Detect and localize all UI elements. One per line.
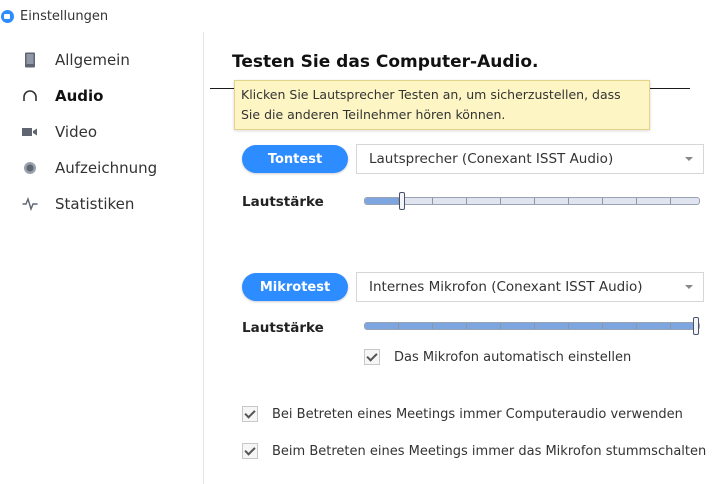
record-icon bbox=[20, 158, 40, 178]
chevron-down-icon bbox=[685, 157, 693, 161]
sidebar-item-statistiken[interactable]: Statistiken bbox=[0, 186, 203, 222]
window-title: Einstellungen bbox=[20, 8, 109, 24]
sidebar-item-label: Video bbox=[55, 123, 98, 141]
auto-adjust-microphone-label: Das Mikrofon automatisch einstellen bbox=[394, 349, 632, 365]
test-speaker-button[interactable]: Tontest bbox=[242, 145, 348, 173]
video-camera-icon bbox=[20, 122, 40, 142]
zoom-logo-icon bbox=[1, 9, 14, 23]
sidebar: Allgemein Audio Video Aufzeichnung Stati… bbox=[0, 32, 204, 484]
speaker-volume-label: Lautstärke bbox=[242, 194, 324, 210]
sidebar-item-aufzeichnung[interactable]: Aufzeichnung bbox=[0, 150, 203, 186]
speaker-volume-thumb[interactable] bbox=[398, 192, 405, 210]
sidebar-item-label: Audio bbox=[55, 87, 104, 105]
test-microphone-button[interactable]: Mikrotest bbox=[242, 273, 348, 301]
main-panel: Testen Sie das Computer-Audio. Klicken S… bbox=[204, 32, 720, 484]
always-use-computer-audio-label: Bei Betreten eines Meetings immer Comput… bbox=[272, 406, 683, 422]
phone-icon bbox=[20, 50, 40, 70]
always-use-computer-audio-option[interactable]: Bei Betreten eines Meetings immer Comput… bbox=[242, 406, 683, 422]
page-title: Testen Sie das Computer-Audio. bbox=[232, 52, 539, 72]
title-bar: Einstellungen bbox=[0, 0, 720, 32]
pulse-icon bbox=[20, 194, 40, 214]
auto-adjust-microphone-option[interactable]: Das Mikrofon automatisch einstellen bbox=[364, 349, 631, 365]
sidebar-item-audio[interactable]: Audio bbox=[0, 78, 203, 114]
chevron-down-icon bbox=[685, 285, 693, 289]
microphone-volume-label: Lautstärke bbox=[242, 320, 324, 336]
speaker-test-tooltip: Klicken Sie Lautsprecher Testen an, um s… bbox=[234, 80, 650, 130]
auto-adjust-microphone-checkbox[interactable] bbox=[364, 349, 380, 365]
mute-microphone-on-join-label: Beim Betreten eines Meetings immer das M… bbox=[272, 443, 707, 459]
slider-ticks bbox=[365, 323, 699, 329]
sidebar-item-label: Aufzeichnung bbox=[55, 159, 158, 177]
microphone-select-value: Internes Mikrofon (Conexant ISST Audio) bbox=[369, 279, 643, 295]
microphone-select[interactable]: Internes Mikrofon (Conexant ISST Audio) bbox=[356, 272, 704, 302]
mute-microphone-on-join-checkbox[interactable] bbox=[242, 443, 258, 459]
mute-microphone-on-join-option[interactable]: Beim Betreten eines Meetings immer das M… bbox=[242, 443, 706, 459]
sidebar-item-video[interactable]: Video bbox=[0, 114, 203, 150]
sidebar-item-label: Statistiken bbox=[55, 195, 135, 213]
microphone-volume-slider[interactable] bbox=[364, 317, 700, 335]
speaker-select-value: Lautsprecher (Conexant ISST Audio) bbox=[369, 151, 614, 167]
sidebar-item-label: Allgemein bbox=[55, 51, 130, 69]
speaker-select[interactable]: Lautsprecher (Conexant ISST Audio) bbox=[356, 144, 704, 174]
slider-ticks bbox=[365, 198, 699, 204]
always-use-computer-audio-checkbox[interactable] bbox=[242, 406, 258, 422]
sidebar-item-allgemein[interactable]: Allgemein bbox=[0, 42, 203, 78]
microphone-volume-thumb[interactable] bbox=[693, 317, 699, 335]
speaker-volume-slider[interactable] bbox=[364, 192, 700, 210]
headphones-icon bbox=[20, 86, 40, 106]
